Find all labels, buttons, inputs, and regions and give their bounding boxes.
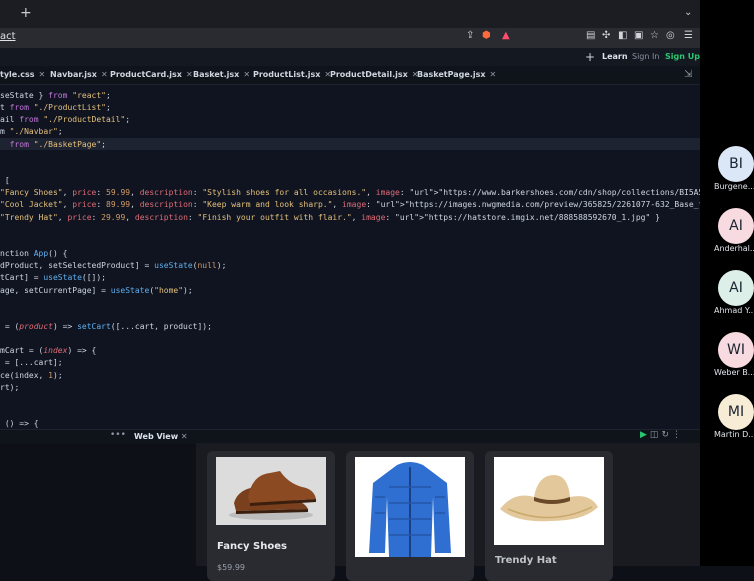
close-icon[interactable]: ✕ xyxy=(181,432,188,441)
web-view-preview: Fancy Shoes $59.99 Trendy Hat xyxy=(196,443,700,581)
code-line: seState } from "react"; xyxy=(0,91,111,100)
sign-up-link[interactable]: Sign Up xyxy=(665,52,700,61)
new-tab-button[interactable]: + xyxy=(20,5,32,21)
vpn-icon[interactable]: ◎ xyxy=(666,30,675,41)
browser-tab-strip: + ⌄ xyxy=(0,0,700,28)
code-line: ail from "./ProductDetail"; xyxy=(0,115,131,125)
product-name: Trendy Hat xyxy=(495,555,557,566)
participant-avatar[interactable]: AI xyxy=(718,270,754,306)
tab-productcard-jsx[interactable]: ProductCard.jsx ✕ xyxy=(110,70,193,79)
copy-icon[interactable]: ◫ xyxy=(650,430,662,440)
product-card[interactable] xyxy=(346,451,474,581)
code-line: rt); xyxy=(0,382,20,392)
refresh-icon[interactable]: ↻ xyxy=(661,430,672,440)
participant-avatar[interactable]: AI xyxy=(718,208,754,244)
participant-name: Weber B... xyxy=(714,368,754,377)
product-card[interactable]: Trendy Hat xyxy=(485,451,613,581)
participant-avatar[interactable]: BI xyxy=(718,146,754,182)
tab-overflow-chevron-icon[interactable]: ⌄ xyxy=(684,7,692,18)
tab-navbar-jsx[interactable]: Navbar.jsx ✕ xyxy=(50,70,108,79)
code-line: = (product) => setCart([...cart, product… xyxy=(0,321,212,331)
code-line: m "./Navbar"; xyxy=(0,127,63,137)
code-line: [ xyxy=(4,176,10,186)
run-icon[interactable]: ▶ xyxy=(640,430,650,440)
participant-name: Martin D... xyxy=(714,430,754,439)
code-editor[interactable]: seState } from "react"; t from "./Produc… xyxy=(0,85,700,429)
sidebar-icon[interactable]: ◧ xyxy=(618,30,627,41)
code-line: t from "./ProductList"; xyxy=(0,103,111,113)
tab-style-css[interactable]: tyle.css ✕ xyxy=(0,70,45,79)
code-line: tCart] = useState([]); xyxy=(0,273,106,283)
code-line: "Cool Jacket", price: 89.99, description… xyxy=(0,200,700,210)
close-icon[interactable]: ✕ xyxy=(490,70,497,79)
code-line: from "./BasketPage"; xyxy=(9,139,106,149)
participant-avatar[interactable]: WI xyxy=(718,332,754,368)
product-image-jacket xyxy=(355,457,465,557)
product-card[interactable]: Fancy Shoes $59.99 xyxy=(207,451,335,581)
tab-basketpage-jsx[interactable]: BasketPage.jsx ✕ xyxy=(417,70,496,79)
participant-name: Anderhal... xyxy=(714,244,754,253)
wallet-icon[interactable]: ▣ xyxy=(634,30,643,41)
product-image-hat xyxy=(494,457,604,545)
doc-icon[interactable]: ▤ xyxy=(586,30,595,41)
code-line: "Fancy Shoes", price: 59.99, description… xyxy=(0,188,700,198)
hat-illustration xyxy=(494,457,604,545)
address-bar[interactable]: act ⇪ ⬢ ▲ ▤ ✣ ◧ ▣ ☆ ◎ ☰ xyxy=(0,28,700,48)
code-line: () => { xyxy=(4,419,39,429)
share-icon[interactable]: ⇪ xyxy=(466,30,474,41)
tab-productlist-jsx[interactable]: ProductList.jsx ✕ xyxy=(253,70,331,79)
address-text[interactable]: act xyxy=(0,31,16,42)
product-price: $59.99 xyxy=(217,563,245,572)
participant-avatar[interactable]: MI xyxy=(718,394,754,430)
code-line: "Trendy Hat", price: 29.99, description:… xyxy=(0,212,660,222)
code-line: age, setCurrentPage] = useState("home"); xyxy=(0,285,193,295)
shield-icon[interactable]: ⬢ xyxy=(482,30,491,41)
participants-panel: BI Burgene... AI Anderhal... AI Ahmad Y.… xyxy=(700,0,754,566)
jacket-illustration xyxy=(355,457,465,557)
tab-web-view[interactable]: Web View ✕ xyxy=(134,432,188,441)
code-line: mCart = (index) => { xyxy=(0,346,97,356)
code-line: = [...cart]; xyxy=(4,358,63,368)
shoes-illustration xyxy=(216,457,326,525)
more-icon[interactable]: ⋮ xyxy=(672,430,684,440)
panel-tools: ▶◫↻⋮ xyxy=(640,430,684,440)
close-icon[interactable]: ✕ xyxy=(101,70,108,79)
learn-link[interactable]: Learn xyxy=(602,52,628,61)
tab-basket-jsx[interactable]: Basket.jsx ✕ xyxy=(193,70,250,79)
tab-productdetail-jsx[interactable]: ProductDetail.jsx ✕ xyxy=(330,70,418,79)
close-icon[interactable]: ✕ xyxy=(39,70,46,79)
file-tabs: tyle.css ✕ Navbar.jsx ✕ ProductCard.jsx ✕ B… xyxy=(0,66,700,85)
sign-in-link[interactable]: Sign In xyxy=(632,52,659,61)
app-header: + Learn Sign In Sign Up xyxy=(0,48,700,66)
puzzle-icon[interactable]: ✣ xyxy=(602,30,610,41)
code-line: nction App() { xyxy=(0,249,68,259)
split-editor-icon[interactable]: ⇲ xyxy=(684,69,692,80)
close-icon[interactable]: ✕ xyxy=(243,70,250,79)
star-icon[interactable]: ☆ xyxy=(650,30,659,41)
panel-tab-bar: ••• Web View ✕ ▶◫↻⋮ xyxy=(0,429,700,444)
close-icon[interactable]: ✕ xyxy=(186,70,193,79)
product-image-shoes xyxy=(216,457,326,525)
product-name: Fancy Shoes xyxy=(217,541,287,552)
participant-name: Ahmad Y... xyxy=(714,306,754,315)
alert-icon[interactable]: ▲ xyxy=(502,30,510,41)
participant-name: Burgene... xyxy=(714,182,754,191)
code-line: ce(index, 1); xyxy=(0,370,63,380)
add-icon[interactable]: + xyxy=(585,50,595,64)
menu-icon[interactable]: ☰ xyxy=(684,30,693,41)
code-line: dProduct, setSelectedProduct] = useState… xyxy=(0,261,227,271)
code-lines[interactable]: seState } from "react"; t from "./Produc… xyxy=(0,90,700,429)
panel-more-icon[interactable]: ••• xyxy=(110,430,126,440)
